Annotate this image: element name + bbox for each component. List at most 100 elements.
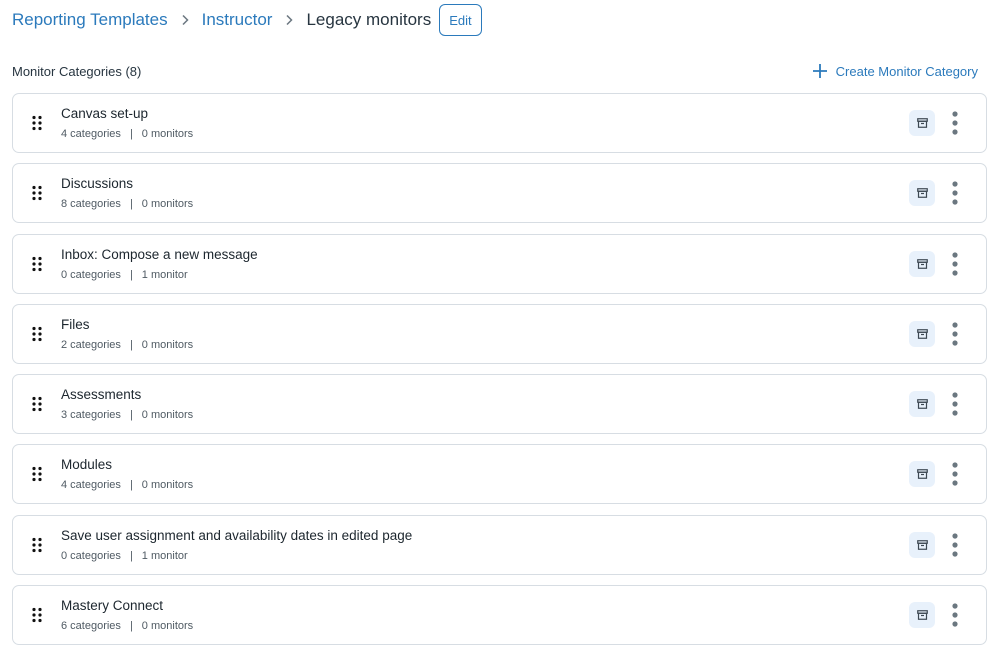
more-vertical-icon [952,392,958,416]
monitor-count: 0 monitors [141,620,194,633]
archive-button[interactable] [909,180,935,207]
card-title[interactable]: Discussions [61,175,909,193]
more-vertical-icon [952,322,958,346]
more-vertical-icon [952,603,958,627]
edit-button[interactable]: Edit [439,4,482,36]
card-meta: 8 categories | 0 monitors [61,196,909,212]
card-title[interactable]: Canvas set-up [61,105,909,123]
archive-button[interactable] [909,320,935,347]
more-options-button[interactable] [945,389,965,419]
drag-handle-icon[interactable] [13,537,61,553]
drag-handle-icon[interactable] [13,396,61,412]
card-info: Files 2 categories | 0 monitors [61,315,909,353]
more-vertical-icon [952,251,958,276]
monitor-category-card: Inbox: Compose a new message 0 categorie… [12,233,987,294]
meta-separator: | [129,198,133,211]
archive-icon [916,469,928,480]
category-count: 0 categories [61,268,121,281]
card-title[interactable]: Save user assignment and availability da… [61,527,909,545]
create-monitor-category-button[interactable]: Create Monitor Category [812,63,978,79]
more-options-button[interactable] [945,249,965,279]
breadcrumb-current: Legacy monitors [306,10,432,29]
monitor-category-card: Files 2 categories | 0 monitors [12,303,987,364]
create-monitor-category-label: Create Monitor Category [835,63,978,79]
archive-icon [916,258,928,269]
archive-icon [916,610,928,620]
category-count: 3 categories [61,409,121,422]
monitor-count: 1 monitor [141,549,188,562]
meta-separator: | [129,409,133,422]
card-title[interactable]: Files [61,316,909,334]
archive-button[interactable] [909,250,935,277]
monitor-count: 0 monitors [141,409,194,422]
card-info: Modules 4 categories | 0 monitors [61,455,909,493]
more-options-button[interactable] [945,178,965,208]
breadcrumb: Reporting Templates Instructor Legacy mo… [12,3,482,37]
more-vertical-icon [952,462,958,487]
monitor-category-card: Save user assignment and availability da… [12,514,987,575]
card-title[interactable]: Modules [61,456,909,474]
archive-button[interactable] [909,110,935,136]
archive-icon [916,329,928,339]
archive-icon [916,118,928,128]
section-header: Monitor Categories (8) Create Monitor Ca… [12,60,978,82]
archive-button[interactable] [909,602,935,629]
category-count: 2 categories [61,338,121,351]
chevron-right-icon [284,14,294,26]
card-meta: 0 categories | 1 monitor [61,548,909,564]
card-info: Mastery Connect 6 categories | 0 monitors [61,596,909,634]
more-options-button[interactable] [945,459,965,489]
drag-handle-icon[interactable] [13,185,61,201]
monitor-count: 0 monitors [141,128,194,140]
category-count: 4 categories [61,128,121,140]
breadcrumb-link-reporting-templates[interactable]: Reporting Templates [12,10,168,30]
drag-handle-icon[interactable] [13,115,61,131]
card-info: Save user assignment and availability da… [61,526,909,564]
card-info: Assessments 3 categories | 0 monitors [61,385,909,423]
archive-button[interactable] [909,391,935,418]
monitor-category-list: Canvas set-up 4 categories | 0 monitors [12,93,987,655]
category-count: 4 categories [61,479,121,492]
drag-handle-icon[interactable] [13,466,61,482]
archive-button[interactable] [909,531,935,558]
meta-separator: | [129,338,133,351]
more-options-button[interactable] [945,530,965,560]
breadcrumb-link-instructor[interactable]: Instructor [202,10,273,30]
meta-separator: | [129,128,133,140]
monitor-count: 0 monitors [141,338,194,351]
card-title[interactable]: Inbox: Compose a new message [61,246,909,264]
archive-button[interactable] [909,461,935,488]
card-info: Discussions 8 categories | 0 monitors [61,174,909,212]
card-info: Inbox: Compose a new message 0 categorie… [61,245,909,283]
meta-separator: | [129,268,133,281]
category-count: 0 categories [61,549,121,562]
card-meta: 2 categories | 0 monitors [61,337,909,353]
category-count: 6 categories [61,620,121,633]
chevron-right-icon [180,14,190,26]
drag-handle-icon[interactable] [13,607,61,623]
archive-icon [916,188,928,199]
card-meta: 4 categories | 0 monitors [61,477,909,493]
drag-handle-icon[interactable] [13,256,61,272]
monitor-category-card: Modules 4 categories | 0 monitors [12,444,987,505]
monitor-count: 1 monitor [141,268,188,281]
more-options-button[interactable] [945,108,965,138]
card-title[interactable]: Assessments [61,386,909,404]
card-title[interactable]: Mastery Connect [61,597,909,615]
section-title: Monitor Categories (8) [12,63,142,79]
more-options-button[interactable] [945,319,965,349]
meta-separator: | [129,549,133,562]
monitor-count: 0 monitors [141,479,194,492]
more-options-button[interactable] [945,600,965,630]
drag-handle-icon[interactable] [13,326,61,342]
monitor-category-card: Discussions 8 categories | 0 monitors [12,163,987,224]
archive-icon [916,539,928,550]
monitor-category-card: Canvas set-up 4 categories | 0 monitors [12,93,987,153]
monitor-category-card: Assessments 3 categories | 0 monitors [12,374,987,435]
more-vertical-icon [952,181,958,205]
meta-separator: | [129,479,133,492]
card-meta: 0 categories | 1 monitor [61,267,909,283]
card-meta: 3 categories | 0 monitors [61,407,909,423]
monitor-count: 0 monitors [141,198,194,211]
more-vertical-icon [952,533,958,557]
